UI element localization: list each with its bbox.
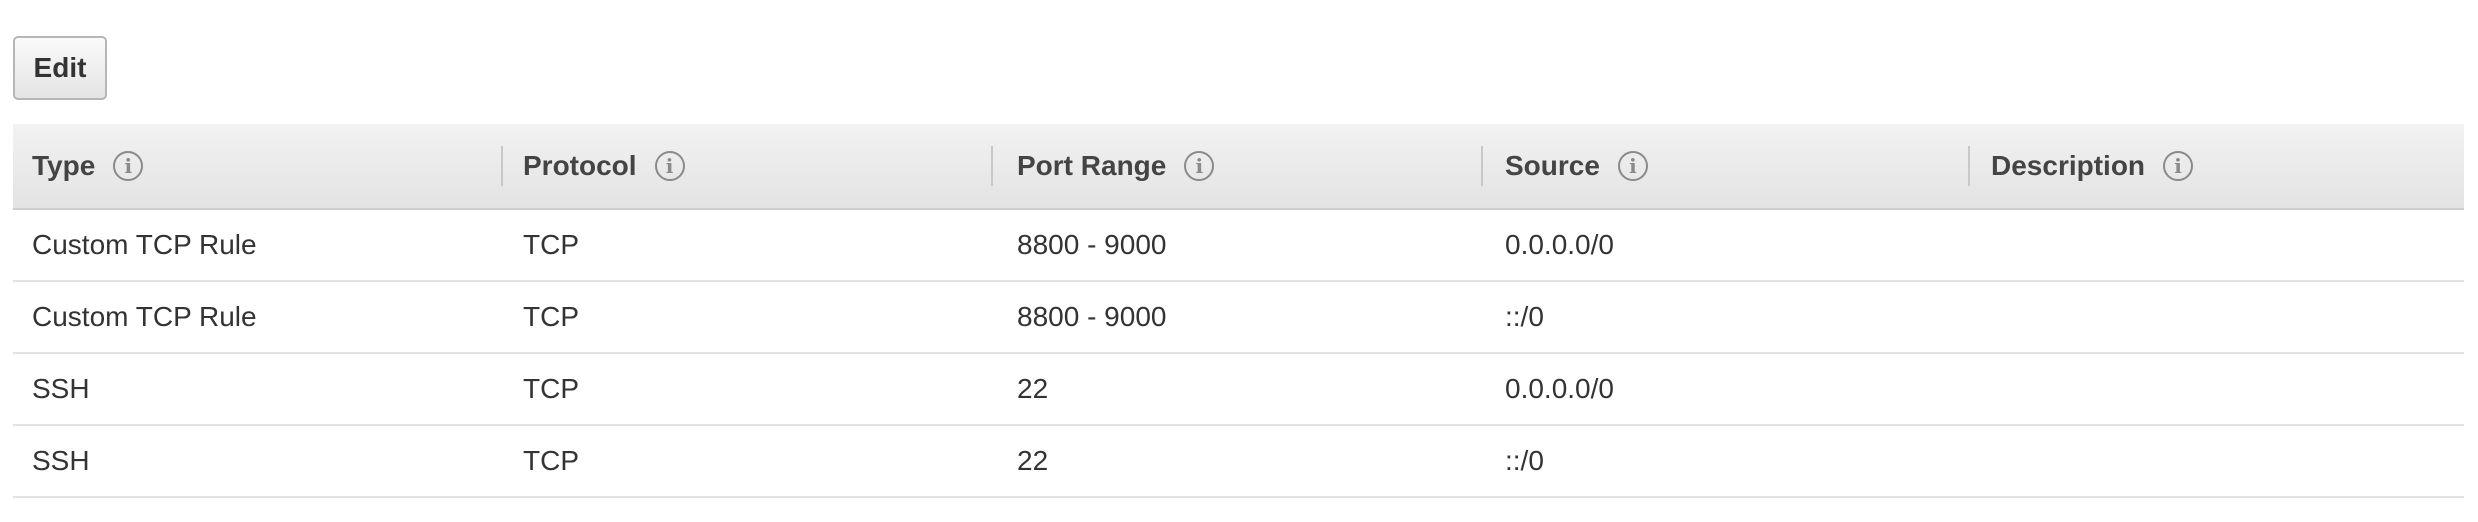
cell-protocol: TCP xyxy=(523,445,579,476)
column-header-label: Type xyxy=(32,150,96,181)
column-header-port-range: Port Range i xyxy=(991,124,1481,208)
cell-description xyxy=(1968,282,2464,352)
column-header-type: Type i xyxy=(13,124,501,208)
cell-port-range: 22 xyxy=(1017,445,1049,476)
cell-port-range: 8800 - 9000 xyxy=(1017,301,1167,332)
cell-source: ::/0 xyxy=(1505,445,1544,476)
cell-description xyxy=(1968,354,2464,424)
table-row: SSH TCP 22 ::/0 xyxy=(13,426,2464,498)
table-row: Custom TCP Rule TCP 8800 - 9000 ::/0 xyxy=(13,282,2464,354)
cell-port-range: 8800 - 9000 xyxy=(1017,229,1167,260)
cell-source: 0.0.0.0/0 xyxy=(1505,373,1614,404)
cell-description xyxy=(1968,210,2464,280)
column-header-label: Port Range xyxy=(1017,150,1167,181)
edit-button[interactable]: Edit xyxy=(13,36,107,100)
cell-type: SSH xyxy=(32,373,90,404)
table-header: Type i Protocol i Port Range i Source i … xyxy=(13,124,2464,210)
column-header-protocol: Protocol i xyxy=(501,124,991,208)
info-icon[interactable]: i xyxy=(1617,151,1648,181)
cell-protocol: TCP xyxy=(523,373,579,404)
inbound-rules-table: Type i Protocol i Port Range i Source i … xyxy=(13,124,2464,498)
cell-type: SSH xyxy=(32,445,90,476)
info-icon[interactable]: i xyxy=(1184,151,1215,181)
info-icon[interactable]: i xyxy=(654,151,685,181)
column-header-label: Source xyxy=(1505,150,1600,181)
column-header-label: Description xyxy=(1991,150,2146,181)
cell-protocol: TCP xyxy=(523,229,579,260)
info-icon[interactable]: i xyxy=(2163,151,2194,181)
table-row: SSH TCP 22 0.0.0.0/0 xyxy=(13,354,2464,426)
column-header-description: Description i xyxy=(1968,124,2464,208)
cell-port-range: 22 xyxy=(1017,373,1049,404)
cell-source: ::/0 xyxy=(1505,301,1544,332)
info-icon[interactable]: i xyxy=(113,151,144,181)
column-header-source: Source i xyxy=(1481,124,1968,208)
table-row: Custom TCP Rule TCP 8800 - 9000 0.0.0.0/… xyxy=(13,210,2464,282)
column-header-label: Protocol xyxy=(523,150,637,181)
cell-protocol: TCP xyxy=(523,301,579,332)
cell-description xyxy=(1968,426,2464,496)
cell-source: 0.0.0.0/0 xyxy=(1505,229,1614,260)
cell-type: Custom TCP Rule xyxy=(32,229,257,260)
cell-type: Custom TCP Rule xyxy=(32,301,257,332)
